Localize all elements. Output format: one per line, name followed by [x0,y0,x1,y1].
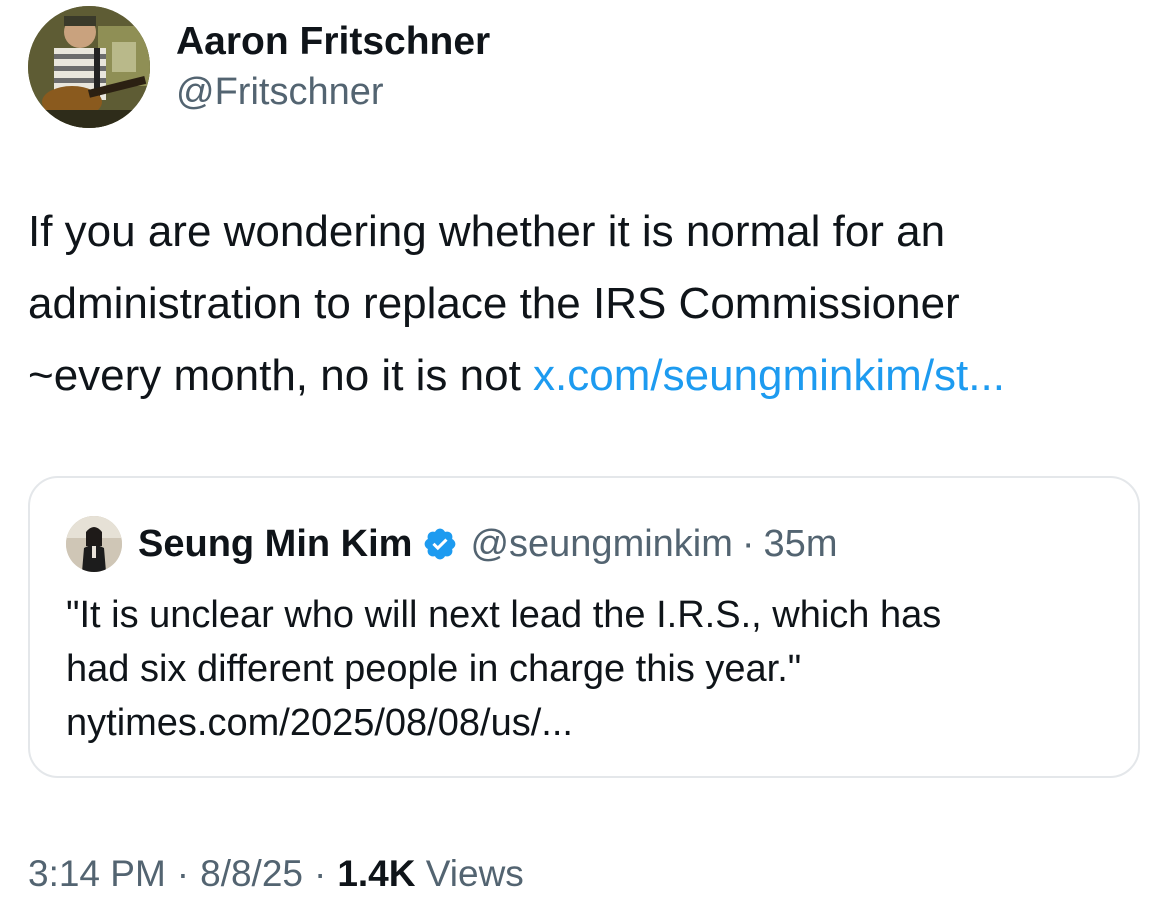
quoted-text-line: had six different people in charge this … [66,648,802,690]
author-name[interactable]: Aaron Fritschner [176,20,490,64]
tweet-date[interactable]: 8/8/25 [200,853,303,894]
quoted-tweet-header: Seung Min Kim @seungminkim · 35m [138,520,837,568]
separator-dot: · [176,853,190,894]
quoted-tweet-text: "It is unclear who will next lead the I.… [66,588,941,750]
author-avatar[interactable] [28,6,150,128]
quoted-text-line: "It is unclear who will next lead the I.… [66,594,942,636]
quoted-tweet-timestamp[interactable]: 35m [764,523,838,566]
views-count: 1.4K [337,853,416,894]
tweet-text-line: ~every month, no it is not x.com/seungmi… [28,340,1138,412]
quoted-author-handle[interactable]: @seungminkim [470,523,732,566]
quoted-text-link: nytimes.com/2025/08/08/us/... [66,702,573,744]
tweet-text-line: administration to replace the IRS Commis… [28,279,960,328]
tweet-time[interactable]: 3:14 PM [28,853,166,894]
tweet-meta: 3:14 PM · 8/8/25 · 1.4K Views [28,850,524,898]
verified-badge-icon [422,526,458,562]
author-handle[interactable]: @Fritschner [176,70,384,114]
tweet-text: If you are wondering whether it is norma… [28,196,1138,412]
views-label: Views [425,853,524,894]
quoted-author-name[interactable]: Seung Min Kim [138,523,412,566]
quoted-tweet-card[interactable]: Seung Min Kim @seungminkim · 35m "It is … [28,476,1140,778]
tweet-text-line: If you are wondering whether it is norma… [28,207,946,256]
tweet-text-fragment: ~every month, no it is not [28,351,534,400]
separator-dot: · [314,853,327,894]
quoted-author-avatar[interactable] [66,516,122,572]
quoted-tweet-link[interactable]: x.com/seungminkim/st... [533,351,1005,400]
separator-dot: · [741,522,755,565]
